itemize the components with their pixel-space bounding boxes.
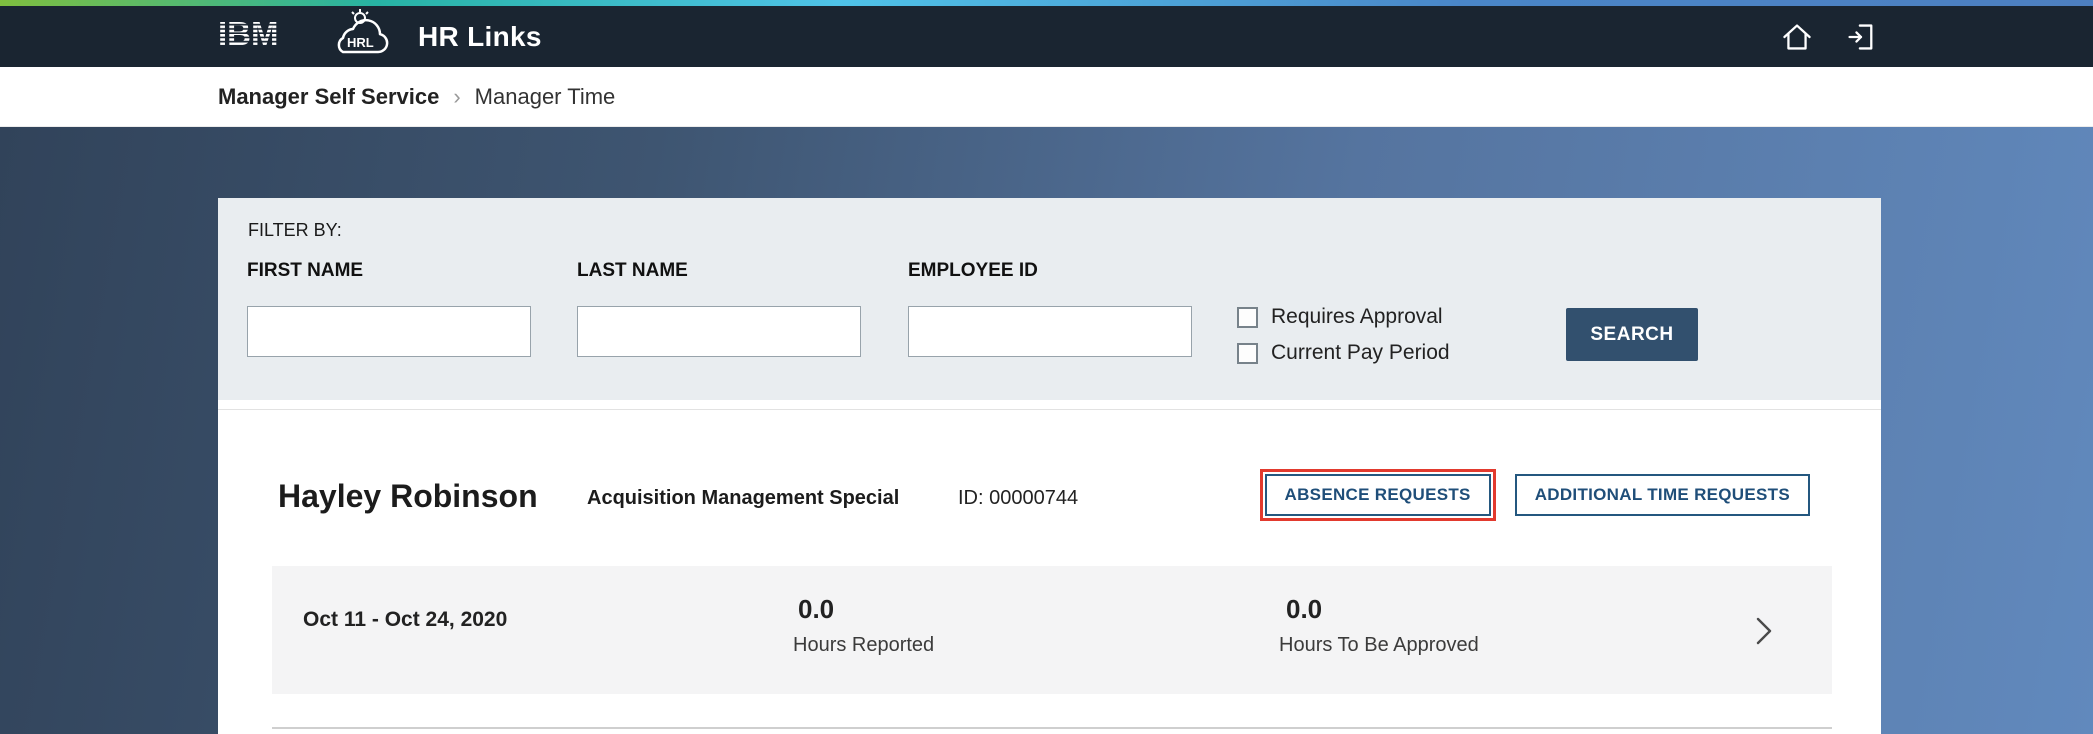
app-title: HR Links xyxy=(418,20,542,52)
row-divider xyxy=(272,727,1832,729)
requires-approval-checkbox[interactable] xyxy=(1237,306,1258,328)
first-name-label: FIRST NAME xyxy=(247,260,364,281)
employee-name: Hayley Robinson xyxy=(278,478,538,514)
current-pay-period-label: Current Pay Period xyxy=(1271,341,1450,364)
employee-id-label: EMPLOYEE ID xyxy=(908,260,1038,281)
filter-body-divider xyxy=(218,409,1881,410)
requires-approval-label: Requires Approval xyxy=(1271,305,1443,328)
employee-action-buttons: ABSENCE REQUESTS ADDITIONAL TIME REQUEST… xyxy=(1259,469,1810,521)
employee-id-text: ID: 00000744 xyxy=(958,487,1079,509)
employee-id-field: EMPLOYEE ID xyxy=(908,260,1192,357)
breadcrumb-separator: › xyxy=(453,83,461,109)
header-brand-group: IBM HRL HR Links xyxy=(218,7,542,66)
breadcrumb: Manager Self Service › Manager Time xyxy=(0,67,2093,127)
hr-links-cloud-logo-icon: HRL xyxy=(322,7,398,66)
current-pay-period-checkbox[interactable] xyxy=(1237,342,1258,364)
employee-row: Hayley Robinson Acquisition Management S… xyxy=(218,469,1881,524)
hours-reported-value: 0.0 xyxy=(798,594,835,624)
requires-approval-option: Requires Approval xyxy=(1237,305,1450,329)
pay-period-row[interactable]: Oct 11 - Oct 24, 2020 0.0 Hours Reported… xyxy=(272,566,1832,694)
employee-job-title: Acquisition Management Special xyxy=(587,487,900,509)
absence-requests-button[interactable]: ABSENCE REQUESTS xyxy=(1259,469,1496,521)
hours-to-be-approved-value: 0.0 xyxy=(1286,594,1323,624)
employee-id-input[interactable] xyxy=(908,306,1192,357)
filter-checkbox-group: Requires Approval Current Pay Period xyxy=(1237,305,1450,365)
svg-text:IBM: IBM xyxy=(218,17,279,51)
chevron-right-icon[interactable] xyxy=(1755,616,1773,651)
last-name-input[interactable] xyxy=(577,306,861,357)
pay-period-date-range: Oct 11 - Oct 24, 2020 xyxy=(303,608,508,631)
hours-reported-label: Hours Reported xyxy=(793,634,935,656)
first-name-input[interactable] xyxy=(247,306,531,357)
screen: IBM HRL HR Links Manager Self Service › … xyxy=(0,0,2093,734)
current-pay-period-option: Current Pay Period xyxy=(1237,341,1450,365)
first-name-field: FIRST NAME xyxy=(247,260,531,357)
ibm-logo-icon: IBM xyxy=(218,15,302,56)
app-header: IBM HRL HR Links xyxy=(0,6,2093,67)
hours-to-be-approved-label: Hours To Be Approved xyxy=(1279,634,1479,656)
additional-time-requests-button[interactable]: ADDITIONAL TIME REQUESTS xyxy=(1514,474,1810,516)
svg-text:HRL: HRL xyxy=(347,35,374,50)
main-background: FILTER BY: FIRST NAME LAST NAME EMPLOYEE… xyxy=(0,127,2093,734)
filter-title: FILTER BY: xyxy=(248,220,342,240)
home-icon[interactable] xyxy=(1779,19,1815,55)
last-name-label: LAST NAME xyxy=(577,260,688,281)
sign-out-icon[interactable] xyxy=(1843,19,1879,55)
search-button[interactable]: SEARCH xyxy=(1566,308,1698,361)
header-actions xyxy=(1779,19,1879,55)
last-name-field: LAST NAME xyxy=(577,260,861,357)
content-card: FILTER BY: FIRST NAME LAST NAME EMPLOYEE… xyxy=(218,198,1881,734)
filter-panel: FILTER BY: FIRST NAME LAST NAME EMPLOYEE… xyxy=(218,198,1881,400)
breadcrumb-item-manager-time: Manager Time xyxy=(474,83,616,109)
breadcrumb-item-manager-self-service[interactable]: Manager Self Service xyxy=(218,84,439,110)
